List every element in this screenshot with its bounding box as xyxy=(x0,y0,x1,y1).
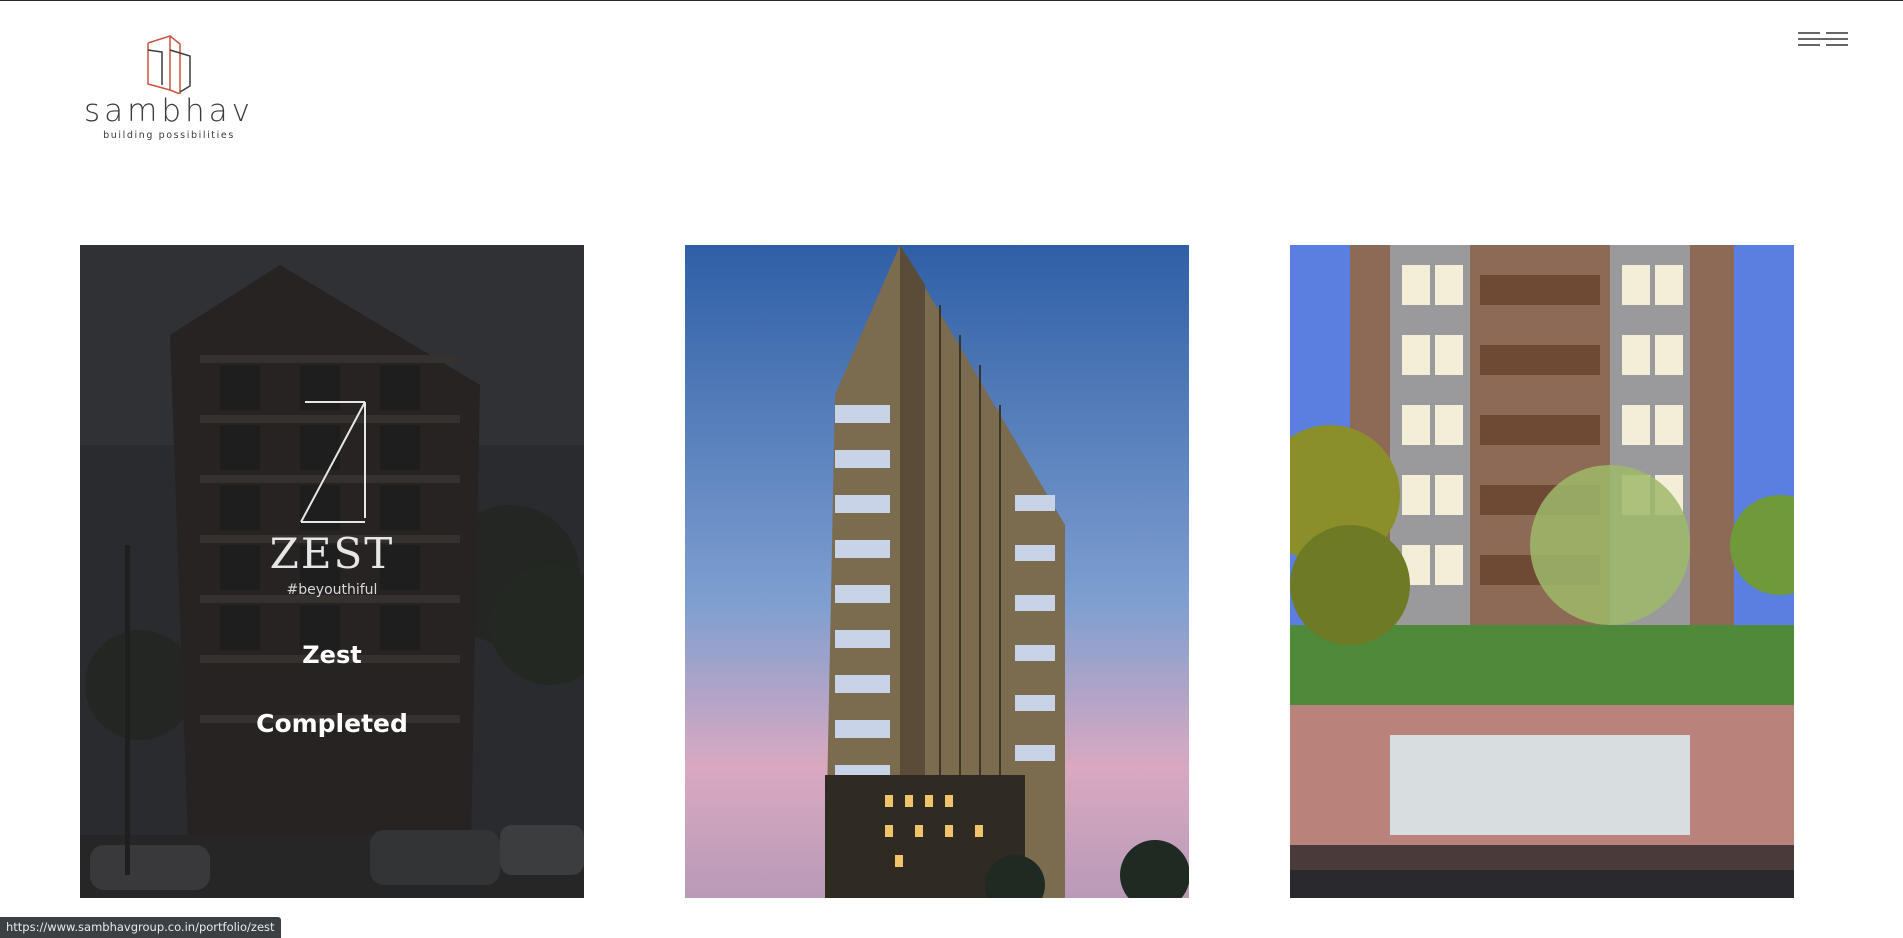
portfolio-card-zest[interactable]: ZEST #beyouthiful Zest Completed xyxy=(80,245,584,898)
zest-hashtag: #beyouthiful xyxy=(286,582,378,598)
card-status: Completed xyxy=(256,709,408,738)
zest-wordmark: ZEST xyxy=(269,529,395,578)
top-border xyxy=(0,0,1903,1)
portfolio-card-3[interactable] xyxy=(1290,245,1794,898)
card-title: Zest xyxy=(302,641,362,669)
statusbar-url: https://www.sambhavgroup.co.in/portfolio… xyxy=(0,917,281,938)
menu-lines-icon xyxy=(1798,32,1848,46)
project-image-tower-dusk xyxy=(685,245,1189,898)
brand-tagline: building possibilities xyxy=(103,130,235,141)
project-image-green-facade xyxy=(1290,245,1794,898)
brand-logo[interactable]: sambhav building possibilities xyxy=(84,34,254,144)
logo-cube-icon xyxy=(147,34,191,94)
hamburger-menu-icon[interactable] xyxy=(1796,28,1850,54)
brand-name: sambhav xyxy=(84,93,255,129)
portfolio-card-2[interactable] xyxy=(685,245,1189,898)
